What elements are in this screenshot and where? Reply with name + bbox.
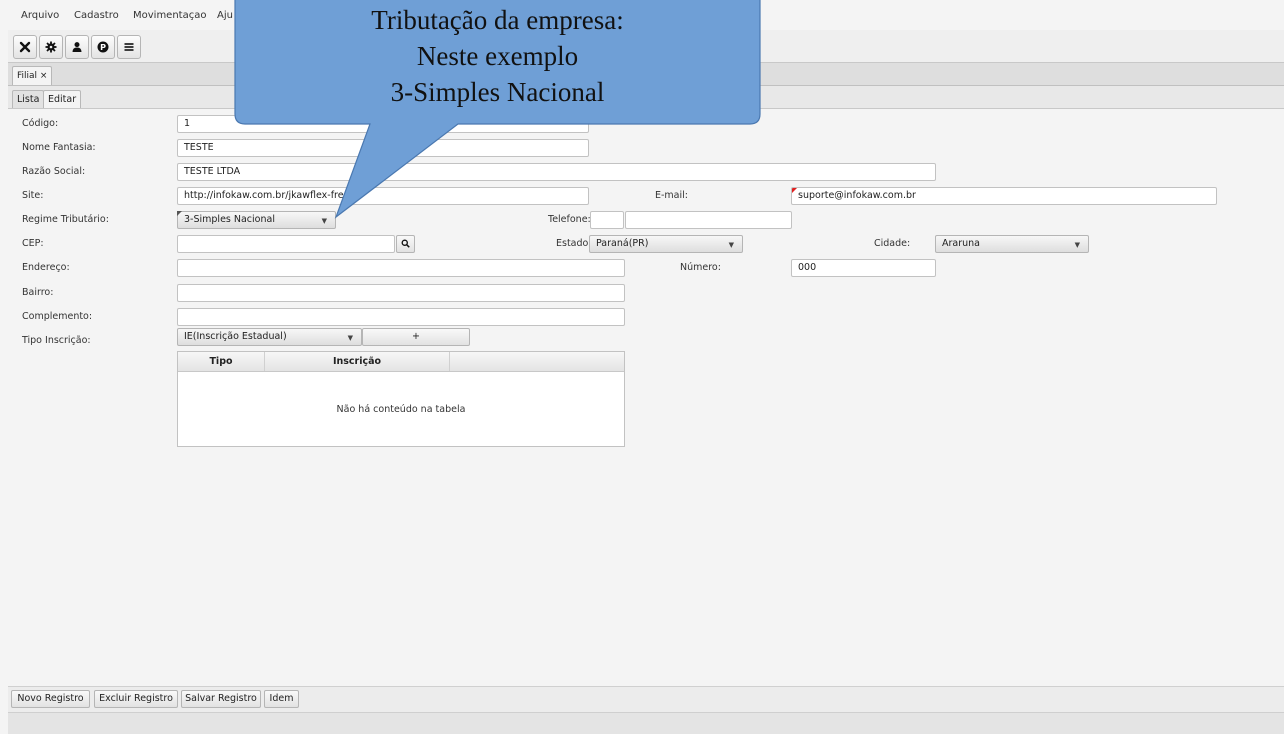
tipo-inscricao-value: IE(Inscrição Estadual)	[184, 331, 287, 342]
endereco-label: Endereço:	[22, 262, 70, 273]
site-field[interactable]: http://infokaw.com.br/jkawflex-fre	[177, 187, 589, 205]
tab-editar[interactable]: Editar	[43, 90, 82, 108]
bairro-label: Bairro:	[22, 287, 54, 298]
toolbar: P	[8, 30, 1284, 63]
nome-fantasia-label: Nome Fantasia:	[22, 142, 96, 153]
novo-registro-button[interactable]: Novo Registro	[11, 690, 90, 708]
cidade-value: Araruna	[942, 238, 980, 249]
document-tab-bar: Filial ×	[8, 63, 1284, 86]
codigo-label: Código:	[22, 118, 59, 129]
cidade-select[interactable]: Araruna ▼	[935, 235, 1089, 253]
view-tab-bar: Lista Editar	[8, 86, 1284, 109]
numero-label: Número:	[680, 262, 721, 273]
menu-cadastro[interactable]: Cadastro	[74, 10, 119, 21]
razao-social-field[interactable]: TESTE LTDA	[177, 163, 936, 181]
menu-button[interactable]	[117, 35, 141, 59]
column-header-tipo[interactable]: Tipo	[178, 352, 265, 371]
cep-search-button[interactable]	[396, 235, 415, 253]
user-icon	[72, 42, 82, 52]
required-marker	[177, 211, 182, 216]
site-label: Site:	[22, 190, 44, 201]
status-bar	[8, 712, 1284, 734]
chevron-down-icon: ▼	[347, 334, 353, 342]
numero-field[interactable]: 000	[791, 259, 936, 277]
chevron-down-icon: ▼	[321, 217, 327, 225]
email-label: E-mail:	[655, 190, 688, 201]
table-header: Tipo Inscrição	[178, 352, 624, 372]
regime-value: 3-Simples Nacional	[184, 214, 275, 225]
p-circle-icon: P	[97, 41, 109, 53]
cep-field[interactable]	[177, 235, 395, 253]
inscricao-table: Tipo Inscrição Não há conteúdo na tabela	[177, 351, 625, 447]
menu-movimentacao[interactable]: Movimentaçao	[133, 10, 206, 21]
menu-icon	[124, 43, 134, 51]
razao-social-label: Razão Social:	[22, 166, 86, 177]
tab-filial[interactable]: Filial ×	[12, 66, 53, 85]
settings-button[interactable]	[39, 35, 63, 59]
estado-value: Paraná(PR)	[596, 238, 649, 249]
gear-icon	[45, 41, 57, 53]
tipo-inscricao-select[interactable]: IE(Inscrição Estadual) ▼	[177, 328, 362, 346]
estado-select[interactable]: Paraná(PR) ▼	[589, 235, 743, 253]
telefone-field[interactable]	[625, 211, 792, 229]
action-bar: Novo Registro Excluir Registro Salvar Re…	[8, 686, 1284, 712]
add-inscricao-button[interactable]: +	[362, 328, 470, 346]
user-button[interactable]	[65, 35, 89, 59]
cidade-label: Cidade:	[874, 238, 911, 249]
menu-bar: Arquivo Cadastro Movimentaçao Aju	[8, 0, 1284, 31]
required-marker	[792, 188, 797, 193]
complemento-label: Complemento:	[22, 311, 93, 322]
codigo-field[interactable]: 1	[177, 115, 589, 133]
menu-ajuda[interactable]: Aju	[217, 10, 233, 21]
idem-button[interactable]: Idem	[264, 690, 299, 708]
menu-arquivo[interactable]: Arquivo	[21, 10, 59, 21]
column-header-inscricao[interactable]: Inscrição	[265, 352, 450, 371]
svg-text:P: P	[100, 43, 106, 52]
email-field[interactable]: suporte@infokaw.com.br	[791, 187, 1217, 205]
close-icon	[19, 41, 31, 53]
tipo-inscricao-label: Tipo Inscrição:	[22, 335, 91, 346]
close-button[interactable]	[13, 35, 37, 59]
table-empty-message: Não há conteúdo na tabela	[336, 404, 466, 415]
p-button[interactable]: P	[91, 35, 115, 59]
endereco-field[interactable]	[177, 259, 625, 277]
bairro-field[interactable]	[177, 284, 625, 302]
chevron-down-icon: ▼	[1074, 241, 1080, 249]
search-icon	[401, 239, 410, 248]
email-value: suporte@infokaw.com.br	[798, 190, 916, 201]
telefone-label: Telefone:	[548, 214, 591, 225]
tab-lista[interactable]: Lista	[12, 90, 45, 108]
complemento-field[interactable]	[177, 308, 625, 326]
cep-label: CEP:	[22, 238, 44, 249]
estado-label: Estado:	[556, 238, 592, 249]
telefone-ddd-field[interactable]	[590, 211, 624, 229]
nome-fantasia-field[interactable]: TESTE	[177, 139, 589, 157]
regime-label: Regime Tributário:	[22, 214, 109, 225]
salvar-registro-button[interactable]: Salvar Registro	[181, 690, 261, 708]
excluir-registro-button[interactable]: Excluir Registro	[94, 690, 178, 708]
chevron-down-icon: ▼	[728, 241, 734, 249]
regime-select[interactable]: 3-Simples Nacional ▼	[177, 211, 336, 229]
